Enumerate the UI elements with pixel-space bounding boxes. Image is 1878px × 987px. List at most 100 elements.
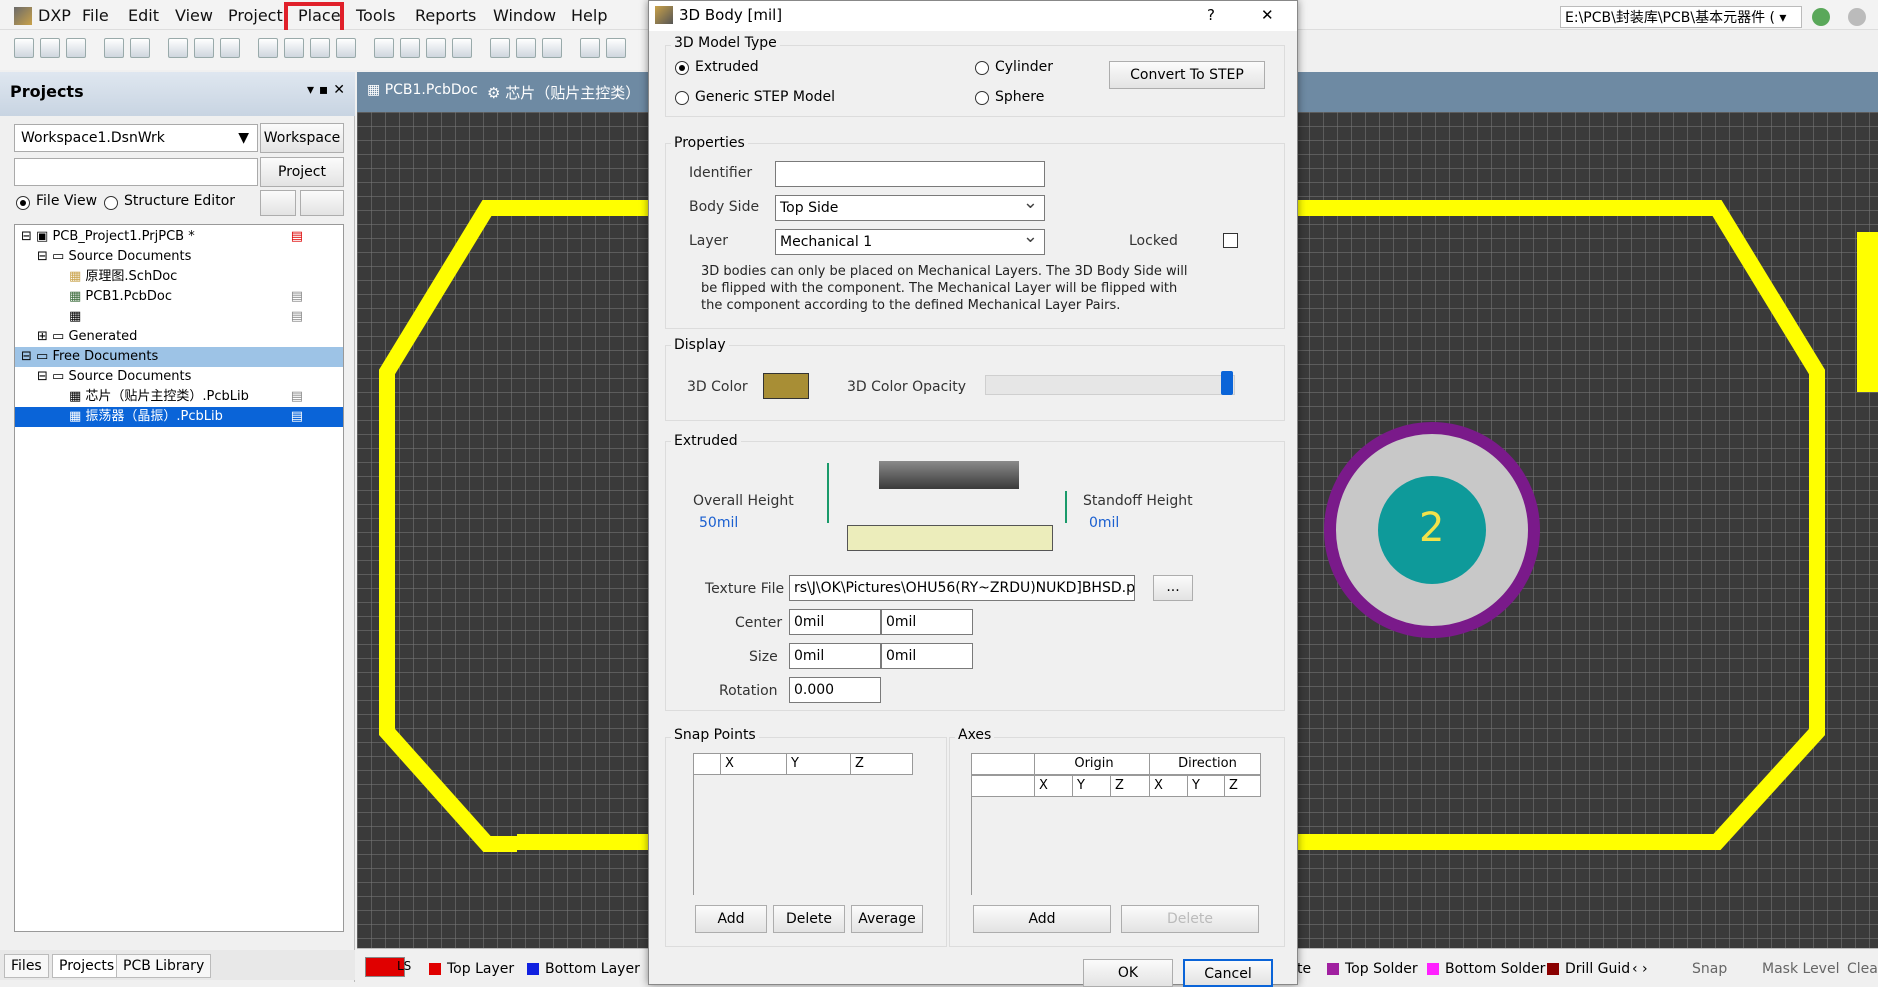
path-field[interactable]: E:\PCB\封装库\PCB\基本元器件 ( ▾	[1560, 6, 1802, 28]
standoff-height-value[interactable]: 0mil	[1089, 515, 1119, 531]
layer-tab-bottom[interactable]: Bottom Layer	[527, 959, 640, 979]
extruded-radio[interactable]	[675, 61, 689, 75]
move-icon[interactable]	[516, 38, 536, 58]
project-button[interactable]: Project	[260, 157, 344, 187]
locked-checkbox[interactable]	[1223, 233, 1238, 248]
menu-help[interactable]: Help	[571, 5, 607, 27]
zoom-in-icon[interactable]	[258, 38, 278, 58]
redo-icon[interactable]	[606, 38, 626, 58]
print-preview-icon[interactable]	[130, 38, 150, 58]
menu-window[interactable]: Window	[493, 5, 556, 27]
rubber-stamp-icon[interactable]	[452, 38, 472, 58]
axes-grid[interactable]: Origin Direction	[971, 753, 1261, 775]
copy-icon[interactable]	[400, 38, 420, 58]
workspace-select[interactable]: Workspace1.DsnWrk ▼	[14, 124, 258, 152]
generic-step-radio[interactable]	[675, 91, 689, 105]
rotation-input[interactable]: 0.000	[789, 677, 881, 703]
menu-tools[interactable]: Tools	[356, 5, 395, 27]
panel-controls-icon[interactable]: ▾ ▪ ✕	[307, 82, 345, 98]
zoom-area-icon[interactable]	[336, 38, 356, 58]
sphere-radio[interactable]	[975, 91, 989, 105]
tree-item[interactable]: ⊞ ▭ Generated	[15, 327, 343, 347]
extruded-group-label: Extruded	[671, 433, 741, 449]
overall-height-value[interactable]: 50mil	[699, 515, 738, 531]
print-icon[interactable]	[104, 38, 124, 58]
menu-view[interactable]: View	[175, 5, 213, 27]
browse-button[interactable]: ...	[1153, 575, 1193, 601]
tree-item[interactable]: ▦ ▤	[15, 307, 343, 327]
axes-add-button[interactable]: Add	[973, 905, 1111, 933]
folder-icon[interactable]	[220, 38, 240, 58]
snap-delete-button[interactable]: Delete	[773, 905, 845, 933]
tab-pcb-library[interactable]: PCB Library	[116, 954, 212, 978]
select-area-icon[interactable]	[490, 38, 510, 58]
tab-pcb1[interactable]: ▦ PCB1.PcbDoc	[367, 82, 478, 98]
zoom-out-icon[interactable]	[284, 38, 304, 58]
layer-tab-drill-guide[interactable]: Drill Guid	[1547, 959, 1630, 979]
structure-editor-radio[interactable]	[104, 196, 118, 210]
tree-item[interactable]: ⊟ ▣ PCB_Project1.PrjPCB * ▤	[15, 227, 343, 247]
menu-project[interactable]: Project	[228, 5, 283, 27]
save-icon[interactable]	[66, 38, 86, 58]
snap-points-grid[interactable]: X Y Z	[693, 753, 913, 775]
workspace-button[interactable]: Workspace	[260, 123, 344, 153]
texture-file-input[interactable]: rs\J\OK\Pictures\OHU56(RY~ZRDU)NUKD]BHSD…	[789, 575, 1135, 601]
tab-projects[interactable]: Projects	[52, 954, 122, 978]
tree-item[interactable]: ▦ PCB1.PcbDoc ▤	[15, 287, 343, 307]
undo-icon[interactable]	[580, 38, 600, 58]
tab-files[interactable]: Files	[4, 954, 49, 978]
tab-chip-lib[interactable]: ⚙ 芯片（贴片主控类）	[487, 82, 640, 103]
opacity-slider-thumb[interactable]	[1221, 371, 1233, 395]
menu-reports[interactable]: Reports	[415, 5, 476, 27]
layer-tab-top[interactable]: Top Layer	[429, 959, 514, 979]
center-x-input[interactable]: 0mil	[789, 609, 881, 635]
paste-icon[interactable]	[426, 38, 446, 58]
tree-item[interactable]: ⊟ ▭ Source Documents	[15, 247, 343, 267]
clear-button[interactable]: Clear	[1847, 959, 1878, 979]
layer-select[interactable]: Mechanical 1	[775, 229, 1045, 255]
board-icon[interactable]	[194, 38, 214, 58]
opacity-slider[interactable]	[985, 375, 1235, 395]
open-icon[interactable]	[40, 38, 60, 58]
open-doc-icon[interactable]	[300, 190, 344, 216]
menu-dxp[interactable]: DXP	[38, 5, 71, 27]
size-x-input[interactable]: 0mil	[789, 643, 881, 669]
snap-add-button[interactable]: Add	[695, 905, 767, 933]
tree-item[interactable]: ▦ 原理图.SchDoc	[15, 267, 343, 287]
layer-scroll-icon[interactable]: ‹ ›	[1632, 959, 1648, 979]
cylinder-radio[interactable]	[975, 61, 989, 75]
3d-color-swatch[interactable]	[763, 373, 809, 399]
body-side-select[interactable]: Top Side	[775, 195, 1045, 221]
cancel-button[interactable]: Cancel	[1183, 959, 1273, 987]
tree-item[interactable]: ⊟ ▭ Source Documents	[15, 367, 343, 387]
compile-icon[interactable]	[260, 190, 296, 216]
center-y-input[interactable]: 0mil	[881, 609, 973, 635]
close-icon[interactable]: ✕	[1261, 1, 1274, 29]
menu-file[interactable]: File	[82, 5, 109, 27]
ok-button[interactable]: OK	[1083, 959, 1173, 987]
mask-level-button[interactable]: Mask Level	[1762, 959, 1839, 979]
file-view-radio[interactable]	[16, 196, 30, 210]
layer-tab-top-solder[interactable]: Top Solder	[1327, 959, 1418, 979]
deselect-icon[interactable]	[542, 38, 562, 58]
convert-to-step-button[interactable]: Convert To STEP	[1109, 61, 1265, 89]
layer-tab-te[interactable]: te	[1297, 959, 1311, 979]
tree-item[interactable]: ⊟ ▭ Free Documents	[15, 347, 343, 367]
identifier-input[interactable]	[775, 161, 1045, 187]
layers-icon[interactable]	[168, 38, 188, 58]
snap-average-button[interactable]: Average	[851, 905, 923, 933]
project-input[interactable]	[14, 158, 258, 186]
tree-item-selected[interactable]: ▦ 振荡器（晶振）.PcbLib ▤	[15, 407, 343, 427]
tree-item-label: 原理图.SchDoc	[85, 269, 178, 284]
zoom-fit-icon[interactable]	[310, 38, 330, 58]
menu-edit[interactable]: Edit	[128, 5, 159, 27]
tree-item[interactable]: ▦ 芯片（贴片主控类）.PcbLib ▤	[15, 387, 343, 407]
back-icon[interactable]	[1812, 8, 1830, 26]
size-y-input[interactable]: 0mil	[881, 643, 973, 669]
forward-icon[interactable]	[1848, 8, 1866, 26]
snap-button[interactable]: Snap	[1692, 959, 1727, 979]
new-icon[interactable]	[14, 38, 34, 58]
help-button[interactable]: ?	[1207, 1, 1215, 29]
layer-tab-bottom-solder[interactable]: Bottom Solder	[1427, 959, 1545, 979]
cut-icon[interactable]	[374, 38, 394, 58]
